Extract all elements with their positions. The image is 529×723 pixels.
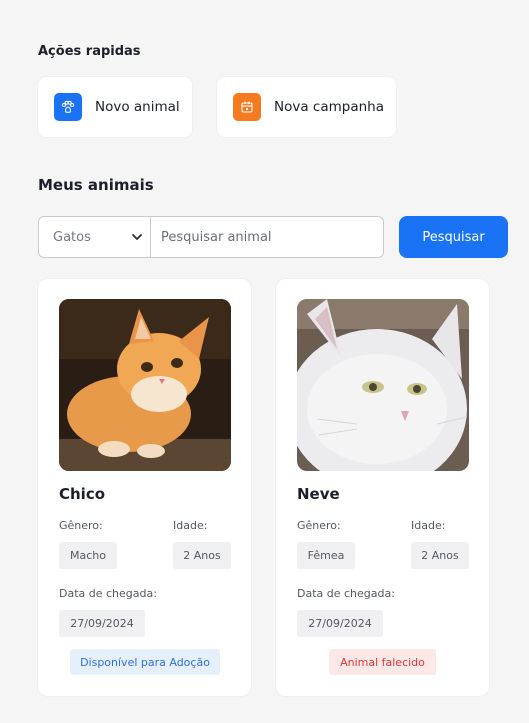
gender-label: Gênero:	[59, 519, 103, 532]
gender-value: Fêmea	[297, 542, 355, 569]
arrival-date-label: Data de chegada:	[59, 587, 157, 600]
quick-actions-title: Ações rapidas	[38, 44, 141, 59]
paw-icon	[54, 93, 82, 121]
new-animal-label: Novo animal	[95, 99, 180, 115]
arrival-date-value: 27/09/2024	[297, 610, 383, 637]
status-badge: Animal falecido	[329, 649, 436, 675]
species-select-value: Gatos	[53, 229, 91, 245]
search-button[interactable]: Pesquisar	[399, 216, 508, 258]
calendar-icon	[233, 93, 261, 121]
new-animal-button[interactable]: Novo animal	[38, 77, 192, 137]
species-select[interactable]: Gatos	[38, 216, 151, 258]
animal-card-chico[interactable]: Chico Gênero: Idade: Macho 2 Anos Data d…	[38, 279, 251, 696]
status-badge: Disponível para Adoção	[70, 649, 220, 675]
gender-label: Gênero:	[297, 519, 341, 532]
chevron-down-icon	[130, 230, 144, 248]
white-cat-image	[297, 299, 469, 471]
age-label: Idade:	[173, 519, 208, 532]
animal-photo	[59, 299, 231, 471]
arrival-date-label: Data de chegada:	[297, 587, 395, 600]
animal-search-input[interactable]	[150, 216, 384, 258]
animal-name: Neve	[297, 485, 340, 503]
orange-kitten-image	[59, 299, 231, 471]
age-label: Idade:	[411, 519, 446, 532]
animal-photo	[297, 299, 469, 471]
arrival-date-value: 27/09/2024	[59, 610, 145, 637]
animal-name: Chico	[59, 485, 106, 503]
age-value: 2 Anos	[173, 542, 231, 569]
animal-card-neve[interactable]: Neve Gênero: Idade: Fêmea 2 Anos Data de…	[276, 279, 489, 696]
new-campaign-label: Nova campanha	[274, 99, 384, 115]
gender-value: Macho	[59, 542, 117, 569]
new-campaign-button[interactable]: Nova campanha	[217, 77, 396, 137]
my-animals-title: Meus animais	[38, 176, 154, 194]
age-value: 2 Anos	[411, 542, 469, 569]
